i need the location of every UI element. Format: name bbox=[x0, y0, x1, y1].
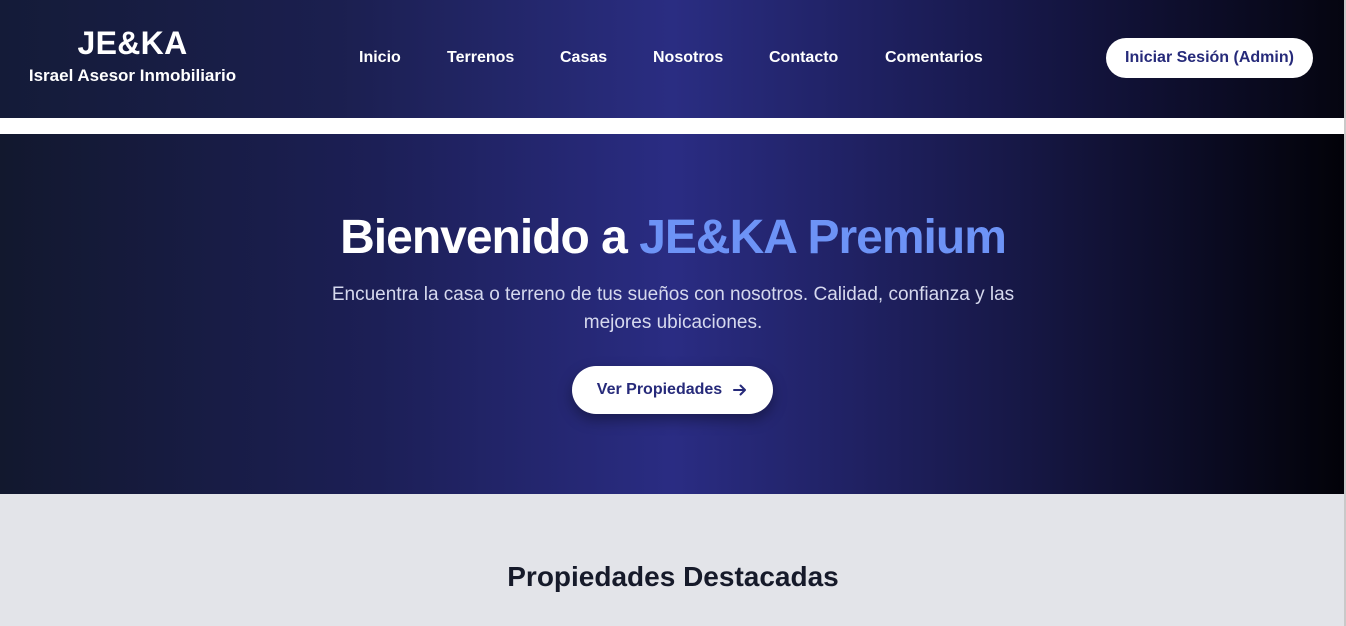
featured-title: Propiedades Destacadas bbox=[507, 561, 839, 592]
hero-section: Bienvenido a JE&KA Premium Encuentra la … bbox=[0, 134, 1346, 494]
nav-item-terrenos[interactable]: Terrenos bbox=[447, 48, 514, 68]
arrow-right-icon bbox=[732, 382, 748, 398]
nav-item-comentarios[interactable]: Comentarios bbox=[885, 48, 983, 68]
nav-item-casas[interactable]: Casas bbox=[560, 48, 607, 68]
featured-section: Propiedades Destacadas bbox=[0, 494, 1346, 626]
nav-item-nosotros[interactable]: Nosotros bbox=[653, 48, 723, 68]
nav-item-contacto[interactable]: Contacto bbox=[769, 48, 838, 68]
page: JE&KA Israel Asesor Inmobiliario Inicio … bbox=[0, 0, 1346, 626]
header-divider bbox=[0, 118, 1346, 134]
view-properties-button[interactable]: Ver Propiedades bbox=[572, 366, 773, 414]
hero-description: Encuentra la casa o terreno de tus sueño… bbox=[331, 284, 1015, 333]
hero-title-accent: JE&KA Premium bbox=[639, 211, 1007, 264]
nav-item-inicio[interactable]: Inicio bbox=[359, 48, 401, 68]
site-header: JE&KA Israel Asesor Inmobiliario Inicio … bbox=[0, 0, 1346, 118]
hero-title: Bienvenido a JE&KA Premium bbox=[0, 210, 1346, 266]
hero-title-prefix: Bienvenido a bbox=[340, 211, 640, 264]
admin-login-button[interactable]: Iniciar Sesión (Admin) bbox=[1106, 38, 1313, 78]
view-properties-label: Ver Propiedades bbox=[596, 381, 723, 398]
